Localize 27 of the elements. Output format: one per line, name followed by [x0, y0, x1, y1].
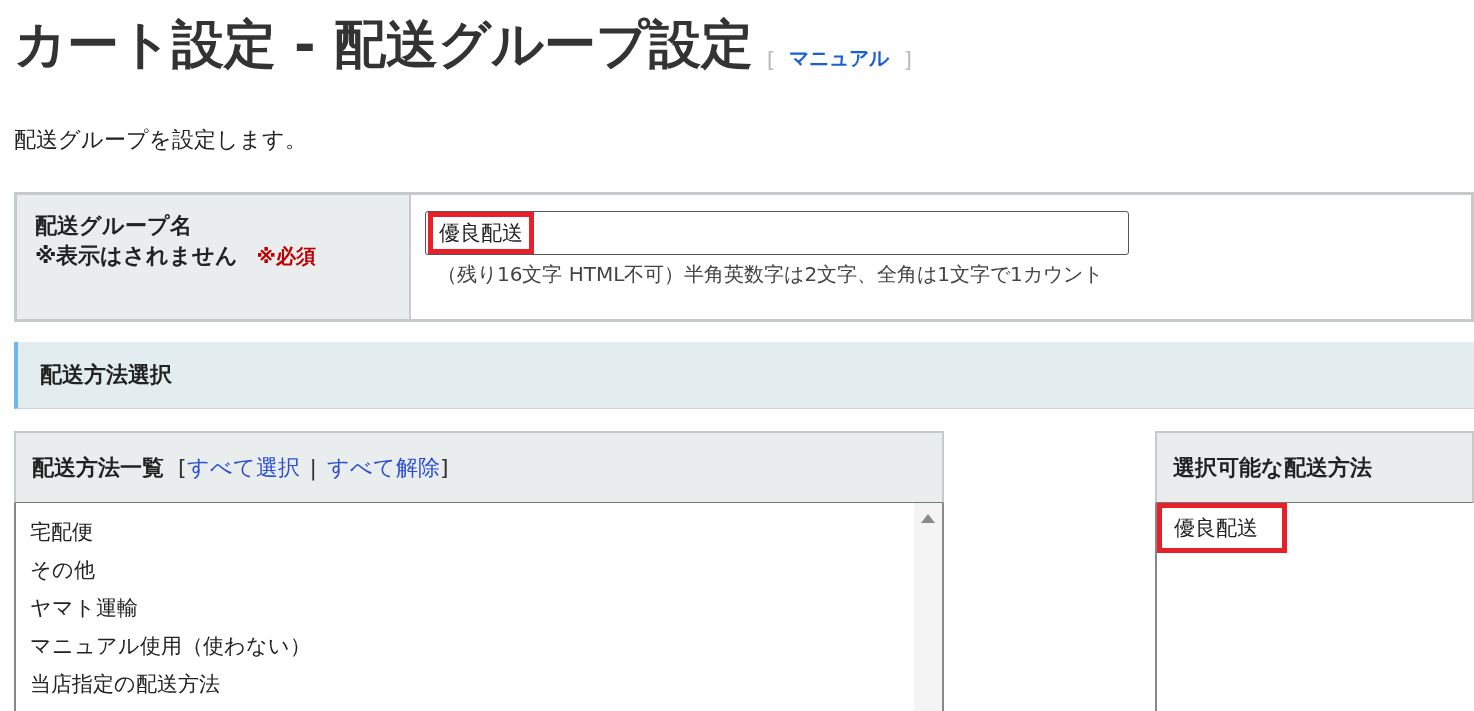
bracket-mark: ] — [903, 47, 912, 74]
field-value: 優良配送 — [428, 212, 534, 254]
bracket-mark: [ — [178, 455, 187, 480]
manual-link[interactable]: マニュアル — [789, 45, 890, 80]
required-mark: ※必須 — [256, 243, 316, 270]
list-option[interactable]: マニュアル使用（使わない） — [30, 627, 914, 665]
field-note: ※表示はされません — [35, 242, 239, 270]
panel-title: 配送方法一覧 — [32, 453, 164, 482]
scrollbar[interactable] — [914, 503, 942, 711]
page-description: 配送グループを設定します。 — [14, 126, 308, 154]
bracket-mark: [ — [766, 47, 776, 74]
separator-mark: | — [309, 455, 317, 480]
field-hint: （残り16文字 HTML不可）半角英数字は2文字、全角は1文字で1カウント — [436, 261, 1104, 288]
list-option[interactable]: その他 — [30, 551, 914, 589]
page-title: カート設定 - 配送グループ設定 — [14, 13, 753, 76]
deselect-all-link[interactable]: すべて解除 — [327, 452, 440, 483]
method-listbox[interactable]: 宅配便 その他 ヤマト運輸 マニュアル使用（使わない） 当店指定の配送方法 — [14, 503, 944, 711]
group-name-field[interactable]: 優良配送 — [425, 211, 1129, 255]
bracket-mark: ] — [440, 455, 449, 480]
list-option[interactable]: ヤマト運輸 — [30, 589, 914, 627]
list-option[interactable]: 宅配便 — [30, 513, 914, 551]
list-option[interactable]: 当店指定の配送方法 — [30, 665, 914, 703]
select-all-link[interactable]: すべて選択 — [186, 452, 300, 483]
field-label: 配送グループ名 — [35, 212, 193, 240]
list-option[interactable]: 優良配送 — [1157, 503, 1287, 553]
section-title: 配送方法選択 — [40, 361, 172, 389]
panel-title: 選択可能な配送方法 — [1173, 453, 1372, 482]
